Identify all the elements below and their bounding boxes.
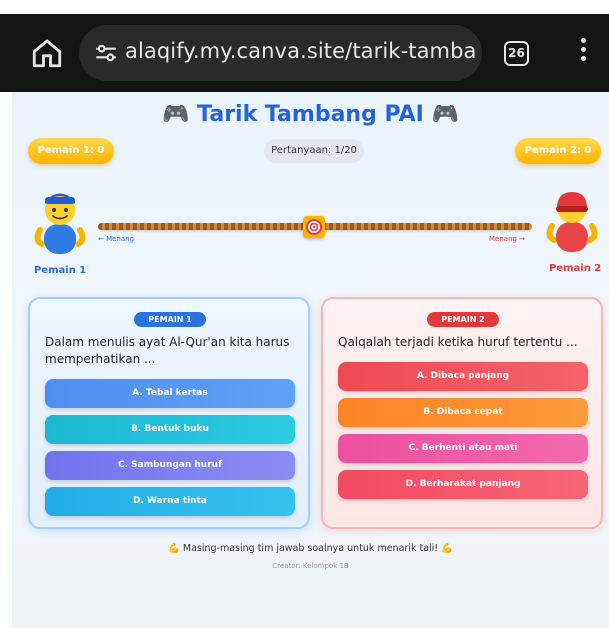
player1-avatar (32, 188, 88, 258)
player1-question: Dalam menulis ayat Al-Qur'an kita harus … (45, 335, 290, 366)
player2-tag: PEMAIN 2 (427, 312, 499, 327)
player2-option-a[interactable]: A. Dibaca panjang (338, 362, 588, 391)
player2-question: Qalqalah terjadi ketika huruf tertentu .… (338, 335, 578, 349)
game-page: 🎮 Tarik Tambang PAI 🎮 Pemain 1: 0 Pertan… (12, 92, 609, 628)
player2-score: Pemain 2: 0 (515, 138, 601, 164)
player2-label: Pemain 2 (549, 263, 602, 274)
player2-option-d[interactable]: D. Berharakat panjang (338, 470, 588, 499)
player1-score: Pemain 1: 0 (28, 138, 114, 164)
browser-toolbar: alaqify.my.canva.site/tarik-tamba 26 (0, 14, 609, 92)
question-counter: Pertanyaan: 1/20 (264, 139, 364, 163)
player1-question-card: PEMAIN 1 Dalam menulis ayat Al-Qur'an ki… (28, 297, 310, 529)
player1-option-c[interactable]: C. Sambungan huruf (45, 451, 295, 480)
more-vert-icon[interactable] (578, 38, 588, 68)
home-icon[interactable] (30, 36, 64, 70)
player2-option-c[interactable]: C. Berhenti atau mati (338, 434, 588, 463)
player2-option-b[interactable]: B. Dibaca cepat (338, 398, 588, 427)
footer-message: 💪 Masing-masing tim jawab soalnya untuk … (168, 543, 453, 554)
tune-icon[interactable] (93, 40, 119, 66)
player1-option-b[interactable]: B. Bentuk buku (45, 415, 295, 444)
player2-avatar (544, 186, 600, 256)
page-title: 🎮 Tarik Tambang PAI 🎮 (162, 102, 459, 127)
creator-credit: Creator: Kelompok 1B (272, 562, 349, 570)
address-bar[interactable]: alaqify.my.canva.site/tarik-tamba (79, 25, 482, 81)
player1-option-d[interactable]: D. Warna tinta (45, 487, 295, 516)
target-icon (303, 216, 325, 238)
player1-label: Pemain 1 (34, 265, 87, 276)
tabs-icon[interactable]: 26 (504, 41, 529, 66)
player1-tag: PEMAIN 1 (134, 312, 206, 327)
player1-option-a[interactable]: A. Tebal kertas (45, 379, 295, 408)
win-hint-left: ← Menang (98, 235, 135, 243)
win-hint-right: Menang → (489, 235, 526, 243)
player2-question-card: PEMAIN 2 Qalqalah terjadi ketika huruf t… (321, 297, 603, 529)
url-text[interactable]: alaqify.my.canva.site/tarik-tamba (125, 39, 477, 63)
